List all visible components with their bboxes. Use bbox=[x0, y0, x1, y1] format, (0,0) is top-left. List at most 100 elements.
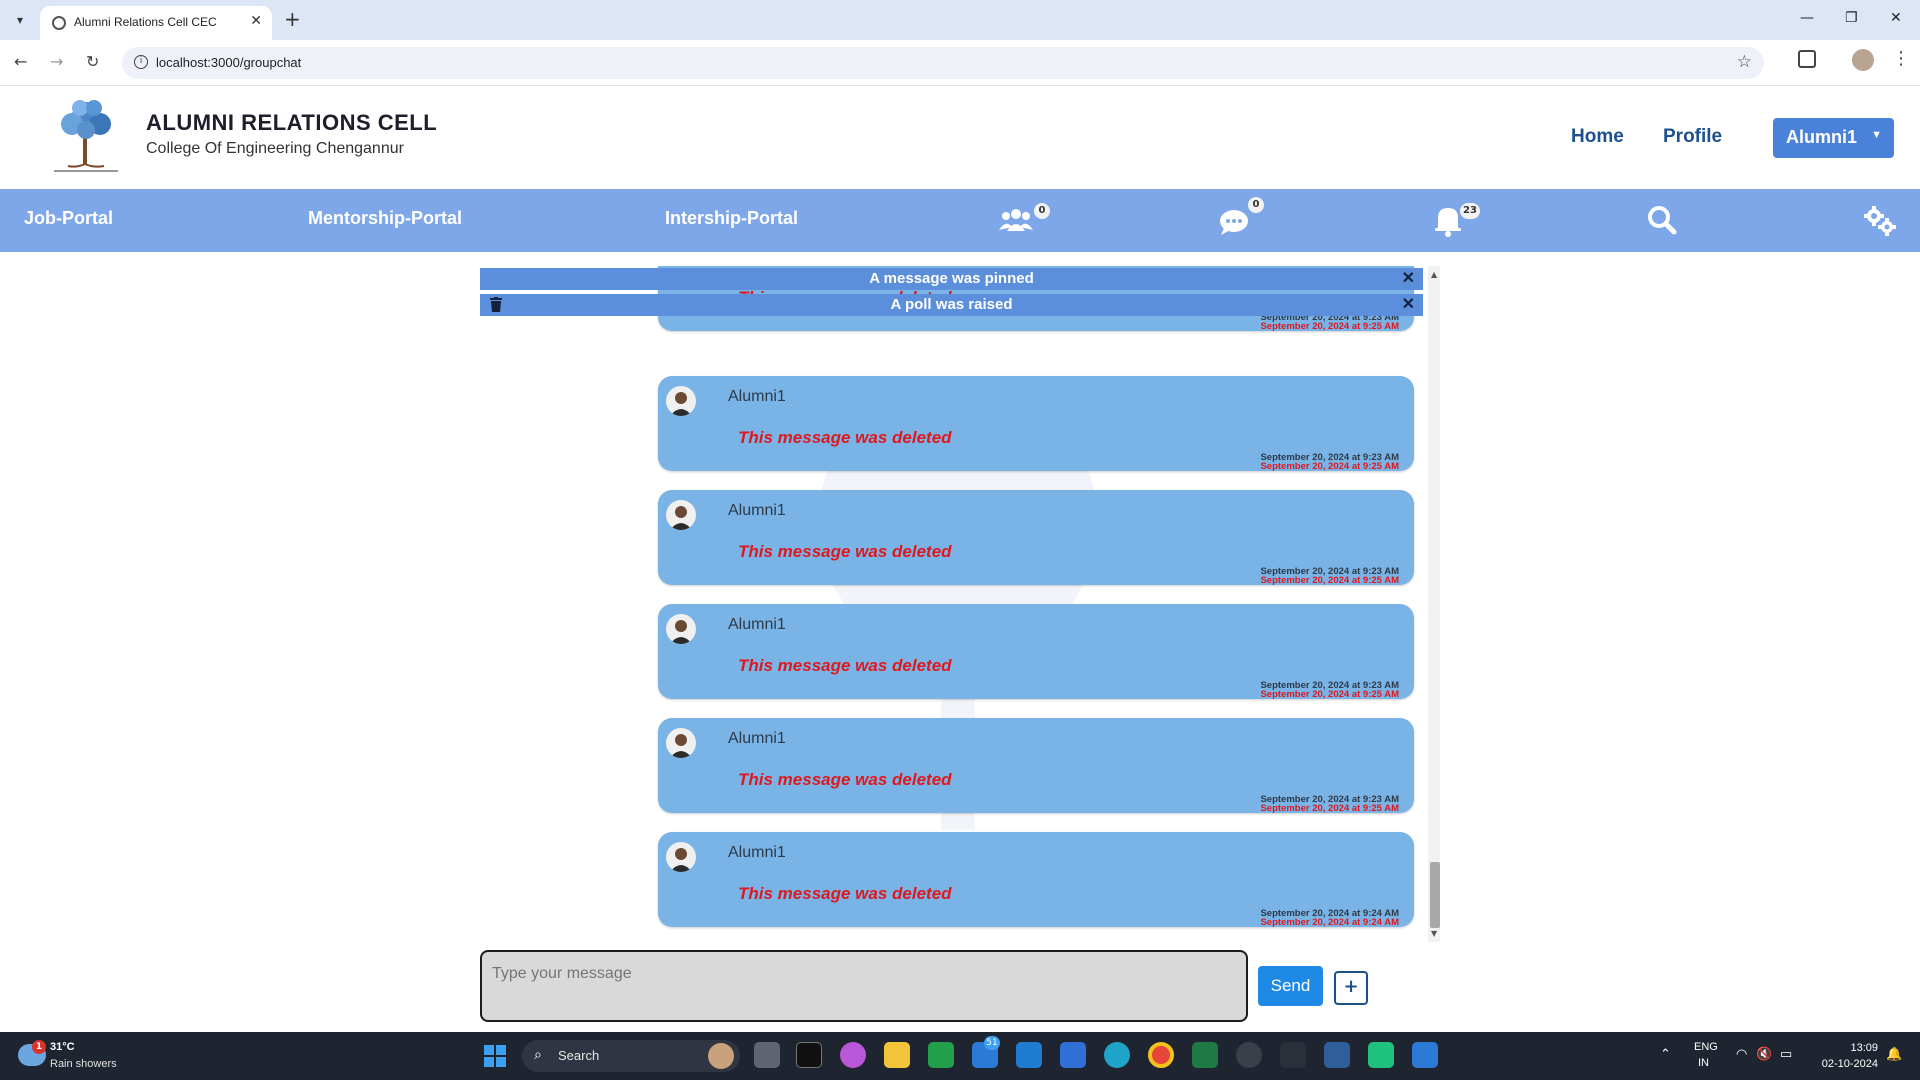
wifi-icon[interactable]: ◠ bbox=[1736, 1046, 1747, 1062]
back-icon[interactable]: ← bbox=[14, 52, 27, 71]
tab-title: Alumni Relations Cell CEC bbox=[74, 15, 217, 29]
message-bubble[interactable]: Alumni1 This message was deleted Septemb… bbox=[658, 718, 1414, 814]
tab-search-dropdown-icon[interactable]: ▾ bbox=[8, 8, 32, 32]
task-view-icon[interactable] bbox=[754, 1042, 780, 1068]
browser-tab[interactable]: Alumni Relations Cell CEC ✕ bbox=[40, 6, 272, 40]
new-tab-icon[interactable]: + bbox=[284, 8, 301, 30]
terminal-icon[interactable] bbox=[796, 1042, 822, 1068]
mentorship-portal-link[interactable]: Mentorship-Portal bbox=[308, 208, 462, 229]
pinned-banner-text: A message was pinned bbox=[869, 270, 1034, 287]
message-bubble[interactable]: Alumni1 This message was deleted Septemb… bbox=[658, 832, 1414, 928]
tray-overflow-icon[interactable]: ⌃ bbox=[1660, 1046, 1671, 1062]
sender-avatar[interactable] bbox=[666, 386, 696, 416]
language-top[interactable]: ENG bbox=[1694, 1041, 1718, 1053]
internship-portal-link[interactable]: Intership-Portal bbox=[665, 208, 798, 229]
windows-start-icon[interactable] bbox=[484, 1045, 506, 1067]
site-header: ALUMNI RELATIONS CELL College Of Enginee… bbox=[0, 86, 1920, 189]
message-deleted-time: September 20, 2024 at 9:25 AM bbox=[1260, 575, 1399, 586]
notification-count-badge: 23 bbox=[1460, 203, 1480, 219]
store-icon[interactable] bbox=[1060, 1042, 1086, 1068]
forward-icon[interactable]: → bbox=[50, 52, 63, 71]
extensions-icon[interactable] bbox=[1798, 50, 1816, 68]
minimize-icon[interactable]: — bbox=[1800, 10, 1814, 26]
address-bar[interactable]: i localhost:3000/groupchat ☆ bbox=[122, 47, 1764, 79]
file-explorer-icon[interactable] bbox=[884, 1042, 910, 1068]
browser-menu-icon[interactable]: ⋮ bbox=[1892, 48, 1910, 69]
chat-scrollbar[interactable]: ▲ ▼ bbox=[1428, 266, 1440, 942]
url-text[interactable]: localhost:3000/groupchat bbox=[156, 55, 301, 70]
site-title: ALUMNI RELATIONS CELL bbox=[146, 110, 438, 135]
deleted-message-text: This message was deleted bbox=[738, 656, 952, 675]
tab-close-icon[interactable]: ✕ bbox=[250, 13, 262, 29]
weather-condition[interactable]: Rain showers bbox=[50, 1058, 117, 1070]
attach-plus-button[interactable]: + bbox=[1334, 971, 1368, 1005]
reload-icon[interactable]: ↻ bbox=[86, 52, 99, 71]
poll-banner-text: A poll was raised bbox=[890, 296, 1013, 313]
message-deleted-time: September 20, 2024 at 9:25 AM bbox=[1260, 321, 1399, 332]
message-input[interactable] bbox=[480, 950, 1248, 1022]
deleted-message-text: This message was deleted bbox=[738, 428, 952, 447]
search-icon[interactable] bbox=[1644, 203, 1680, 237]
notification-center-icon[interactable]: 🔔 bbox=[1886, 1046, 1902, 1062]
sender-name: Alumni1 bbox=[728, 844, 786, 861]
copilot-icon[interactable] bbox=[840, 1042, 866, 1068]
pycharm-icon[interactable] bbox=[1368, 1042, 1394, 1068]
sender-avatar[interactable] bbox=[666, 728, 696, 758]
speaker-muted-icon[interactable]: 🔇 bbox=[1756, 1046, 1772, 1062]
mail-count-badge: 51 bbox=[984, 1036, 1000, 1050]
message-bubble[interactable]: Alumni1 This message was deleted Septemb… bbox=[658, 490, 1414, 586]
taskbar-search-box[interactable]: ⌕ Search bbox=[522, 1040, 740, 1072]
clock-date[interactable]: 02-10-2024 bbox=[1812, 1058, 1878, 1070]
sender-avatar[interactable] bbox=[666, 500, 696, 530]
poll-banner[interactable]: A poll was raised ✕ bbox=[480, 294, 1423, 316]
sender-avatar[interactable] bbox=[666, 614, 696, 644]
visual-studio-icon[interactable] bbox=[1324, 1042, 1350, 1068]
job-portal-link[interactable]: Job-Portal bbox=[24, 208, 113, 229]
notepad-icon[interactable] bbox=[1412, 1042, 1438, 1068]
trash-icon[interactable] bbox=[490, 297, 502, 312]
scroll-down-icon[interactable]: ▼ bbox=[1431, 929, 1437, 938]
classroom-icon[interactable] bbox=[928, 1042, 954, 1068]
message-deleted-time: September 20, 2024 at 9:25 AM bbox=[1260, 689, 1399, 700]
battery-icon[interactable]: ▭ bbox=[1780, 1046, 1792, 1062]
taskbar-search-label: Search bbox=[558, 1048, 600, 1063]
pinned-message-banner[interactable]: A message was pinned ✕ bbox=[480, 268, 1423, 290]
window-close-icon[interactable]: ✕ bbox=[1890, 10, 1902, 26]
sender-name: Alumni1 bbox=[728, 730, 786, 747]
settings-gears-icon[interactable] bbox=[1862, 203, 1898, 237]
search-highlight-image bbox=[708, 1043, 734, 1069]
message-bubble[interactable]: Alumni1 This message was deleted Septemb… bbox=[658, 376, 1414, 472]
browser-toolbar: ← → ↻ i localhost:3000/groupchat ☆ ⋮ bbox=[0, 40, 1920, 86]
chat-container[interactable]: This message was deleted September 20, 2… bbox=[480, 266, 1440, 942]
site-subtitle: College Of Engineering Chengannur bbox=[146, 140, 404, 157]
portal-navbar: Job-Portal Mentorship-Portal Intership-P… bbox=[0, 189, 1920, 252]
nav-home-link[interactable]: Home bbox=[1571, 126, 1624, 148]
send-button[interactable]: Send bbox=[1258, 966, 1323, 1006]
close-pinned-icon[interactable]: ✕ bbox=[1402, 268, 1415, 290]
browser-profile-avatar[interactable] bbox=[1852, 49, 1874, 71]
message-bubble[interactable]: Alumni1 This message was deleted Septemb… bbox=[658, 604, 1414, 700]
chrome-icon[interactable] bbox=[1148, 1042, 1174, 1068]
group-users-icon[interactable] bbox=[998, 203, 1034, 237]
scroll-up-icon[interactable]: ▲ bbox=[1431, 270, 1437, 279]
close-poll-icon[interactable]: ✕ bbox=[1402, 294, 1415, 316]
deleted-message-text: This message was deleted bbox=[738, 542, 952, 561]
bookmark-star-icon[interactable]: ☆ bbox=[1737, 52, 1752, 72]
edge-icon[interactable] bbox=[1104, 1042, 1130, 1068]
language-bottom[interactable]: IN bbox=[1698, 1057, 1709, 1069]
app-stripes-icon[interactable] bbox=[1280, 1042, 1306, 1068]
browser-tab-bar: ▾ Alumni Relations Cell CEC ✕ + — ❐ ✕ bbox=[0, 0, 1920, 40]
caret-down-icon: ▼ bbox=[1871, 129, 1882, 141]
user-dropdown-label: Alumni1 bbox=[1786, 127, 1858, 147]
sender-avatar[interactable] bbox=[666, 842, 696, 872]
clock-time[interactable]: 13:09 bbox=[1828, 1042, 1878, 1054]
camera-icon[interactable] bbox=[1236, 1042, 1262, 1068]
nav-profile-link[interactable]: Profile bbox=[1663, 126, 1722, 148]
vscode-icon[interactable] bbox=[1016, 1042, 1042, 1068]
excel-icon[interactable] bbox=[1192, 1042, 1218, 1068]
site-info-icon[interactable]: i bbox=[134, 55, 148, 69]
restore-icon[interactable]: ❐ bbox=[1845, 10, 1858, 26]
scrollbar-thumb[interactable] bbox=[1430, 862, 1440, 928]
weather-temperature[interactable]: 31°C bbox=[50, 1041, 75, 1053]
user-dropdown-button[interactable]: Alumni1 ▼ bbox=[1773, 118, 1894, 158]
